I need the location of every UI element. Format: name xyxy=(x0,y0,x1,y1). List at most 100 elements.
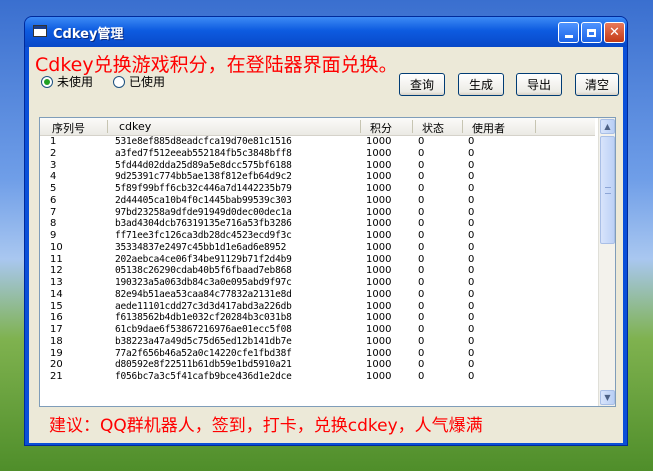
cell-points: 1000 xyxy=(366,183,392,194)
cell-cdkey: 190323a5a063db84c3a0e095abd9f97c xyxy=(115,277,292,288)
table-row[interactable]: 17 61cb9dae6f53867216976ae01ecc5f08 1000 0 0 xyxy=(40,324,595,336)
minimize-button[interactable] xyxy=(558,22,579,43)
table-row[interactable]: 6 2d44405ca10b4f0c1445bab99539c303 1000 0 0 xyxy=(40,195,595,207)
close-button[interactable]: ✕ xyxy=(604,22,625,43)
table-row[interactable]: 9 ff71ee3fc126ca3db28dc4523ecd9f3c 1000 0 0 xyxy=(40,230,595,242)
cell-serial: 4 xyxy=(50,171,57,183)
table-row[interactable]: 21 f056bc7a3c5f41cafb9bce436d1e2dce 1000 0 0 xyxy=(40,371,595,383)
title-bar[interactable]: Cdkey管理 ✕ xyxy=(25,17,627,47)
table-row[interactable]: 8 b3ad4304dcb76319135e716a53fb3286 1000 0 0 xyxy=(40,218,595,230)
cell-cdkey: 61cb9dae6f53867216976ae01ecc5f08 xyxy=(115,324,292,335)
cell-status: 0 xyxy=(418,324,425,335)
cell-cdkey: b3ad4304dcb76319135e716a53fb3286 xyxy=(115,218,292,230)
table-row[interactable]: 20 d80592e8f22511b61db59e1bd5910a21 1000 0 0 xyxy=(40,359,595,371)
cell-points: 1000 xyxy=(366,359,392,371)
table-row[interactable]: 7 97bd23258a9dfde91949d0dec00dec1a 1000 0 0 xyxy=(40,207,595,219)
cell-cdkey: 202aebca4ce06f34be91129b71f2d4b9 xyxy=(115,253,292,265)
table-row[interactable]: 11 202aebca4ce06f34be91129b71f2d4b9 1000 0 0 xyxy=(40,254,595,266)
cell-points: 1000 xyxy=(366,371,392,382)
column-header-cdkey[interactable]: cdkey xyxy=(119,120,151,133)
cdkey-table[interactable]: 序列号 cdkey 积分 状态 使用者 1 531e8ef885d8eadcfca… xyxy=(39,117,616,407)
cell-points: 1000 xyxy=(366,312,392,324)
cell-points: 1000 xyxy=(366,194,392,206)
table-row[interactable]: 2 a3fed7f512eeab552184fb5c3848bff8 1000 0 0 xyxy=(40,148,595,160)
cell-cdkey: 2d44405ca10b4f0c1445bab99539c303 xyxy=(115,194,292,206)
cell-cdkey: 5f89f99bff6cb32c446a7d1442235b79 xyxy=(115,183,292,194)
cell-points: 1000 xyxy=(366,265,392,277)
cell-points: 1000 xyxy=(366,136,392,147)
column-header-points[interactable]: 积分 xyxy=(370,120,392,136)
radio-unused[interactable]: 未使用 xyxy=(41,73,93,90)
table-row[interactable]: 10 35334837e2497c45bb1d1e6ad6e8952 1000 0 0 xyxy=(40,242,595,254)
cell-points: 1000 xyxy=(366,335,392,347)
cell-cdkey: a3fed7f512eeab552184fb5c3848bff8 xyxy=(115,147,292,159)
scroll-up-button[interactable]: ▲ xyxy=(600,119,615,134)
cell-status: 0 xyxy=(418,206,425,218)
vertical-scrollbar[interactable]: ▲ ▼ xyxy=(598,118,615,406)
cell-user: 0 xyxy=(468,183,475,194)
cell-points: 1000 xyxy=(366,241,392,253)
table-row[interactable]: 1 531e8ef885d8eadcfca19d70e81c1516 1000 0 0 xyxy=(40,136,595,148)
cell-serial: 18 xyxy=(50,335,63,347)
cell-status: 0 xyxy=(418,277,425,288)
cell-user: 0 xyxy=(468,253,475,265)
cell-cdkey: 9d25391c774bb5ae138f812efb64d9c2 xyxy=(115,171,292,183)
column-divider[interactable] xyxy=(107,120,108,133)
cell-serial: 1 xyxy=(50,136,57,147)
column-divider[interactable] xyxy=(535,120,536,133)
cell-serial: 20 xyxy=(50,359,63,371)
cell-status: 0 xyxy=(418,171,425,183)
column-divider[interactable] xyxy=(462,120,463,133)
cell-status: 0 xyxy=(418,253,425,265)
table-row[interactable]: 14 82e94b51aea53caa84c77832a2131e8d 1000 0 0 xyxy=(40,289,595,301)
cell-serial: 8 xyxy=(50,218,57,230)
cell-user: 0 xyxy=(468,324,475,335)
radio-used-indicator[interactable] xyxy=(113,75,125,88)
radio-unused-indicator[interactable] xyxy=(41,75,53,88)
scroll-thumb[interactable] xyxy=(600,136,615,244)
column-header-user[interactable]: 使用者 xyxy=(472,120,505,136)
export-button[interactable]: 导出 xyxy=(516,73,562,96)
generate-button[interactable]: 生成 xyxy=(458,73,504,96)
cell-cdkey: f6138562b4db1e032cf20284b3c031b8 xyxy=(115,312,292,324)
scroll-down-button[interactable]: ▼ xyxy=(600,390,615,405)
column-divider[interactable] xyxy=(360,120,361,133)
table-row[interactable]: 5 5f89f99bff6cb32c446a7d1442235b79 1000 0 0 xyxy=(40,183,595,195)
cell-points: 1000 xyxy=(366,218,392,230)
cell-user: 0 xyxy=(468,206,475,218)
chevron-down-icon: ▼ xyxy=(604,393,611,402)
cell-user: 0 xyxy=(468,312,475,324)
cell-points: 1000 xyxy=(366,147,392,159)
radio-used[interactable]: 已使用 xyxy=(113,73,165,90)
cell-cdkey: f056bc7a3c5f41cafb9bce436d1e2dce xyxy=(115,371,292,382)
table-row[interactable]: 15 aede11101cdd27c3d3d417abd3a226db 1000 0 0 xyxy=(40,301,595,313)
table-row[interactable]: 18 b38223a47a49d5c75d65ed12b141db7e 1000 0 0 xyxy=(40,336,595,348)
column-header-serial[interactable]: 序列号 xyxy=(52,120,85,136)
table-row[interactable]: 4 9d25391c774bb5ae138f812efb64d9c2 1000 0 0 xyxy=(40,171,595,183)
table-row[interactable]: 13 190323a5a063db84c3a0e095abd9f97c 1000 0 0 xyxy=(40,277,595,289)
cell-user: 0 xyxy=(468,277,475,288)
cell-serial: 15 xyxy=(50,300,63,312)
cell-serial: 9 xyxy=(50,230,57,241)
table-row[interactable]: 3 5fd44d02dda25d89a5e8dcc575bf6188 1000 0 0 xyxy=(40,160,595,172)
column-divider[interactable] xyxy=(412,120,413,133)
maximize-button[interactable] xyxy=(581,22,602,43)
maximize-icon xyxy=(587,28,596,37)
clear-button[interactable]: 清空 xyxy=(575,73,619,96)
cell-user: 0 xyxy=(468,300,475,312)
cell-serial: 6 xyxy=(50,194,57,206)
cell-user: 0 xyxy=(468,218,475,230)
cell-user: 0 xyxy=(468,159,475,171)
table-row[interactable]: 19 77a2f656b46a52a0c14220cfe1fbd38f 1000 0 0 xyxy=(40,348,595,360)
cell-status: 0 xyxy=(418,335,425,347)
table-row[interactable]: 16 f6138562b4db1e032cf20284b3c031b8 1000 0 0 xyxy=(40,312,595,324)
cell-status: 0 xyxy=(418,147,425,159)
cell-user: 0 xyxy=(468,288,475,300)
table-row[interactable]: 12 05138c26290cdab40b5f6fbaad7eb868 1000 0 0 xyxy=(40,265,595,277)
close-icon: ✕ xyxy=(609,25,620,40)
column-header-status[interactable]: 状态 xyxy=(422,120,444,136)
cell-cdkey: aede11101cdd27c3d3d417abd3a226db xyxy=(115,300,292,312)
cell-status: 0 xyxy=(418,230,425,241)
client-area: Cdkey兑换游戏积分，在登陆器界面兑换。 未使用 已使用 查询 生成 导出 清… xyxy=(29,47,623,443)
query-button[interactable]: 查询 xyxy=(399,73,445,96)
